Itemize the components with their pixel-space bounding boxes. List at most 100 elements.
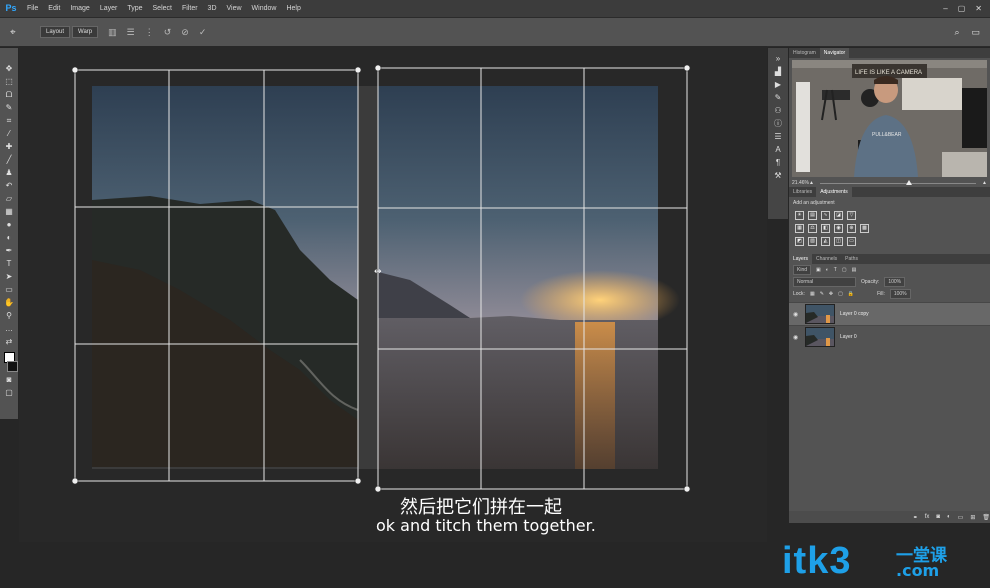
lock-pixels-icon[interactable]: ✎: [820, 291, 824, 297]
zoom-out-icon[interactable]: ▲: [809, 180, 814, 186]
adjustments-title: Add an adjustment: [793, 200, 835, 206]
kind-filter[interactable]: Kind: [793, 265, 812, 275]
transform-handle[interactable]: [354, 477, 362, 485]
vibrance-icon[interactable]: ▽: [847, 211, 856, 220]
opacity-label: Opacity:: [861, 279, 880, 285]
layer-style-icon[interactable]: fx: [925, 514, 930, 520]
tab-libraries[interactable]: Libraries: [789, 187, 816, 197]
color-balance-icon[interactable]: ⚖: [808, 224, 817, 233]
transform-handle[interactable]: [71, 477, 79, 485]
delete-layer-icon[interactable]: 🗑: [982, 514, 990, 521]
right-panels: Histogram Navigator LIFE IS LIKE A CAMER…: [789, 48, 990, 523]
character-icon[interactable]: A: [772, 145, 784, 155]
histogram-icon[interactable]: ▟: [772, 67, 784, 77]
tab-histogram[interactable]: Histogram: [789, 48, 820, 58]
tab-paths[interactable]: Paths: [841, 254, 862, 264]
filter-adjust-icon[interactable]: ◐: [826, 267, 829, 273]
layer-row[interactable]: ◉ Layer 0 copy: [789, 302, 990, 325]
filter-smart-icon[interactable]: ▤: [852, 267, 857, 273]
layers-footer: ⚭ fx ◙ ◐ ▭ ⊞ 🗑: [789, 511, 990, 523]
visibility-eye-icon[interactable]: ◉: [793, 334, 801, 341]
layer-row[interactable]: ◉ Layer 0: [789, 325, 990, 348]
hue-saturation-icon[interactable]: ▦: [795, 224, 804, 233]
tab-navigator[interactable]: Navigator: [819, 48, 850, 58]
transform-handle[interactable]: [683, 64, 691, 72]
layer-name[interactable]: Layer 0 copy: [840, 311, 869, 317]
black-white-icon[interactable]: ◧: [821, 224, 830, 233]
tab-layers[interactable]: Layers: [789, 254, 813, 264]
layer-name[interactable]: Layer 0: [840, 334, 857, 340]
properties-icon[interactable]: ☰: [772, 132, 784, 142]
filter-pixel-icon[interactable]: ▣: [816, 267, 821, 273]
shirt-graphic: PULL&BEAR: [872, 132, 902, 138]
blend-row: Normal Opacity: 100%: [789, 276, 990, 288]
threshold-icon[interactable]: ◭: [821, 237, 830, 246]
tab-adjustments[interactable]: Adjustments: [816, 187, 852, 197]
navigator-tabs: Histogram Navigator: [789, 48, 990, 58]
watermark-logo: itk3: [782, 540, 852, 582]
lock-label: Lock:: [793, 291, 805, 297]
new-adjustment-icon[interactable]: ◐: [947, 514, 951, 520]
play-icon[interactable]: ▶: [772, 80, 784, 90]
transform-handle[interactable]: [374, 64, 382, 72]
new-layer-icon[interactable]: ⊞: [970, 514, 975, 521]
visibility-eye-icon[interactable]: ◉: [793, 311, 801, 318]
subtitle-english: ok and titch them together.: [376, 516, 596, 535]
panel-dock: » ▟ ▶ ✎ ⚇ ⓘ ☰ A ¶ ⚒: [768, 48, 788, 219]
layers-filter-row: Kind ▣ ◐ T ▢ ▤: [789, 264, 990, 276]
zoom-value[interactable]: 21.46%: [792, 180, 809, 186]
navigator-preview[interactable]: LIFE IS LIKE A CAMERA PULL&BEAR: [792, 60, 987, 177]
curves-icon[interactable]: ∿: [821, 211, 830, 220]
brightness-icon[interactable]: ☀: [795, 211, 804, 220]
resize-cursor-icon: ↔: [374, 267, 382, 277]
fill-field[interactable]: 100%: [889, 289, 911, 299]
link-layers-icon[interactable]: ⚭: [913, 514, 918, 521]
watermark-domain: .com: [896, 561, 940, 580]
transform-handle[interactable]: [71, 66, 79, 74]
clone-source-icon[interactable]: ⚇: [772, 106, 784, 116]
tab-channels[interactable]: Channels: [812, 254, 841, 264]
selective-color-icon[interactable]: ◫: [834, 237, 843, 246]
zoom-slider-knob[interactable]: [905, 179, 912, 185]
fill-label: Fill:: [877, 291, 885, 297]
adjustments-row-2: ▦ ⚖ ◧ ◉ ⊕ ▩: [789, 222, 990, 235]
exposure-icon[interactable]: ◪: [834, 211, 843, 220]
transform-handle[interactable]: [683, 485, 691, 493]
lock-artboard-icon[interactable]: ▢: [838, 291, 843, 297]
invert-icon[interactable]: ◩: [795, 237, 804, 246]
thumbnail-sign-text: LIFE IS LIKE A CAMERA: [855, 70, 922, 76]
lock-transparency-icon[interactable]: ▦: [810, 291, 815, 297]
lock-all-icon[interactable]: 🔒: [848, 291, 854, 297]
filter-type-icon[interactable]: T: [834, 267, 837, 273]
layer-thumbnail: [805, 327, 835, 347]
layer-0-image: [92, 86, 359, 467]
color-lookup-icon[interactable]: ▩: [860, 224, 869, 233]
levels-icon[interactable]: ▤: [808, 211, 817, 220]
blend-mode-select[interactable]: Normal: [793, 277, 856, 287]
paragraph-icon[interactable]: ¶: [772, 158, 784, 168]
transform-handle[interactable]: [354, 66, 362, 74]
transform-handle[interactable]: [374, 485, 382, 493]
filter-shape-icon[interactable]: ▢: [842, 267, 847, 273]
tool-presets-icon[interactable]: ⚒: [772, 171, 784, 181]
brush-presets-icon[interactable]: ✎: [772, 93, 784, 103]
gradient-map-icon[interactable]: ▭: [847, 237, 856, 246]
add-mask-icon[interactable]: ◙: [936, 514, 940, 520]
navigator-zoom: 21.46% ▲ ▲: [789, 179, 990, 187]
photo-filter-icon[interactable]: ◉: [834, 224, 843, 233]
lock-row: Lock: ▦ ✎ ✥ ▢ 🔒 Fill: 100%: [789, 288, 990, 300]
zoom-slider[interactable]: [819, 179, 977, 185]
adjustments-row-3: ◩ ▨ ◭ ◫ ▭: [789, 235, 990, 248]
info-icon[interactable]: ⓘ: [772, 119, 784, 129]
posterize-icon[interactable]: ▨: [808, 237, 817, 246]
opacity-field[interactable]: 100%: [884, 277, 906, 287]
channel-mixer-icon[interactable]: ⊕: [847, 224, 856, 233]
lock-position-icon[interactable]: ✥: [829, 291, 833, 297]
layer-thumbnail: [805, 304, 835, 324]
adjustments-row-1: ☀ ▤ ∿ ◪ ▽: [789, 209, 990, 222]
layer-0-copy-image: [378, 86, 680, 469]
zoom-in-icon[interactable]: ▲: [982, 180, 987, 186]
collapse-icon[interactable]: »: [772, 54, 784, 64]
adjustments-tabs: Libraries Adjustments: [789, 187, 990, 197]
new-group-icon[interactable]: ▭: [958, 514, 964, 521]
